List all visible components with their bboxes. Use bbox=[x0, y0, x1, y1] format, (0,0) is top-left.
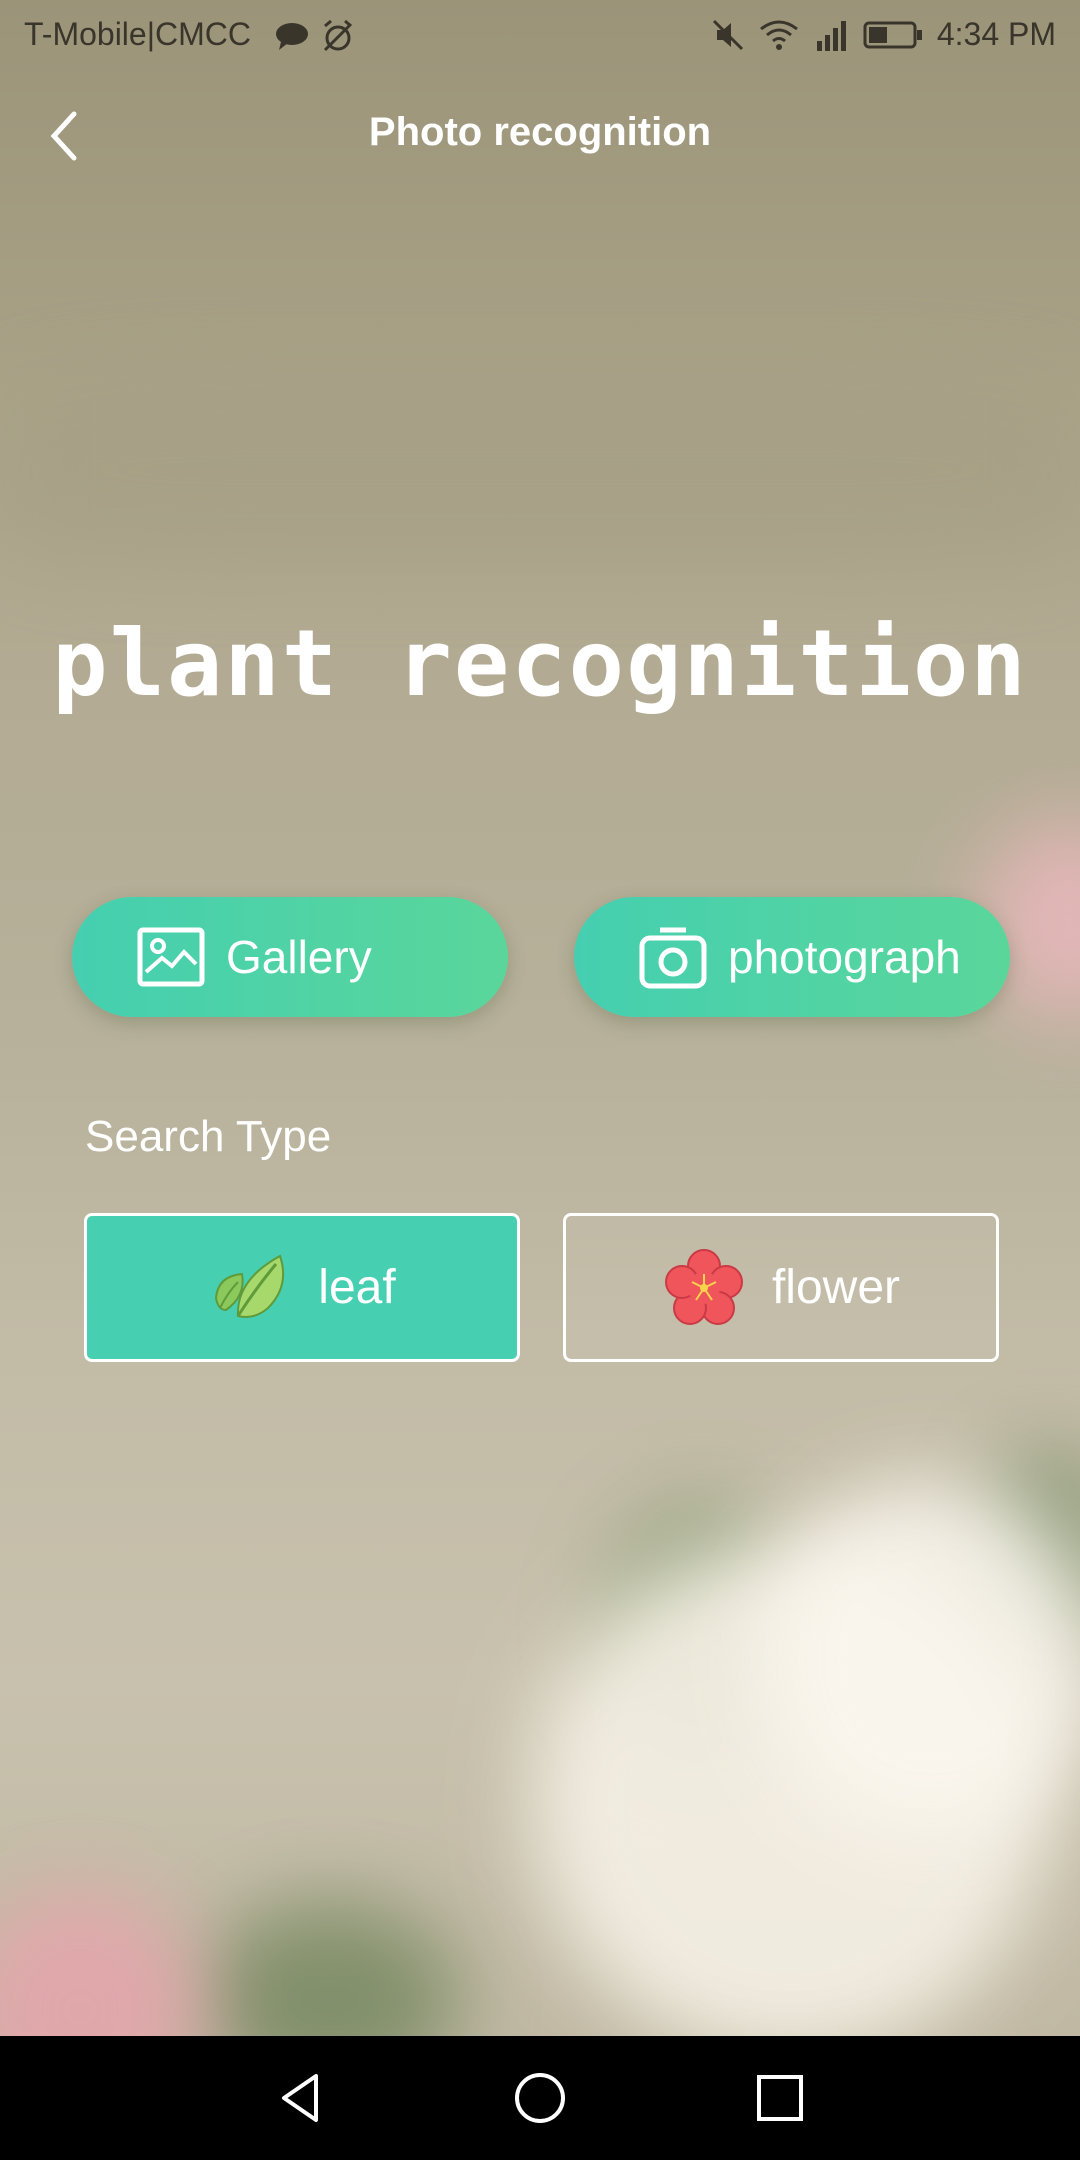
chat-icon bbox=[275, 22, 309, 50]
nav-back-icon bbox=[282, 2074, 318, 2122]
leaf-label: leaf bbox=[318, 1261, 396, 1314]
background-photo bbox=[0, 0, 1080, 2160]
flower-icon bbox=[662, 1246, 746, 1330]
system-nav-bar bbox=[0, 2036, 1080, 2160]
nav-home-icon bbox=[515, 2073, 565, 2123]
leaf-icon bbox=[208, 1246, 292, 1330]
nav-recent-icon bbox=[757, 2075, 803, 2121]
gallery-label: Gallery bbox=[226, 931, 372, 983]
flower-option[interactable]: flower bbox=[563, 1213, 999, 1362]
status-bar: T-Mobile|CMCC 4:34 PM bbox=[0, 0, 1080, 74]
alarm-off-icon bbox=[320, 18, 356, 54]
signal-icon bbox=[813, 19, 849, 51]
photograph-label: photograph bbox=[728, 931, 961, 983]
flower-label: flower bbox=[771, 1261, 901, 1314]
image-icon bbox=[136, 922, 206, 992]
gallery-button[interactable]: Gallery bbox=[72, 897, 508, 1017]
clock: 4:34 PM bbox=[936, 16, 1056, 52]
leaf-option[interactable]: leaf bbox=[84, 1213, 520, 1362]
photograph-button[interactable]: photograph bbox=[574, 897, 1010, 1017]
camera-icon bbox=[638, 922, 708, 992]
wifi-icon bbox=[759, 19, 799, 51]
mute-icon bbox=[711, 18, 745, 52]
search-type-label: Search Type bbox=[85, 1112, 332, 1161]
page-title: Photo recognition bbox=[368, 110, 712, 154]
carrier-name: T-Mobile|CMCC bbox=[24, 16, 251, 52]
status-right: 4:34 PM bbox=[711, 16, 1056, 53]
nav-back-button[interactable] bbox=[270, 2066, 334, 2130]
nav-recent-button[interactable] bbox=[748, 2066, 812, 2130]
hero-title: plant recognition bbox=[52, 610, 1028, 717]
app-header: Photo recognition bbox=[0, 96, 1080, 182]
screen: T-Mobile|CMCC 4:34 PM Photo recognition … bbox=[0, 0, 1080, 2160]
battery-icon bbox=[863, 20, 923, 50]
nav-home-button[interactable] bbox=[508, 2066, 572, 2130]
